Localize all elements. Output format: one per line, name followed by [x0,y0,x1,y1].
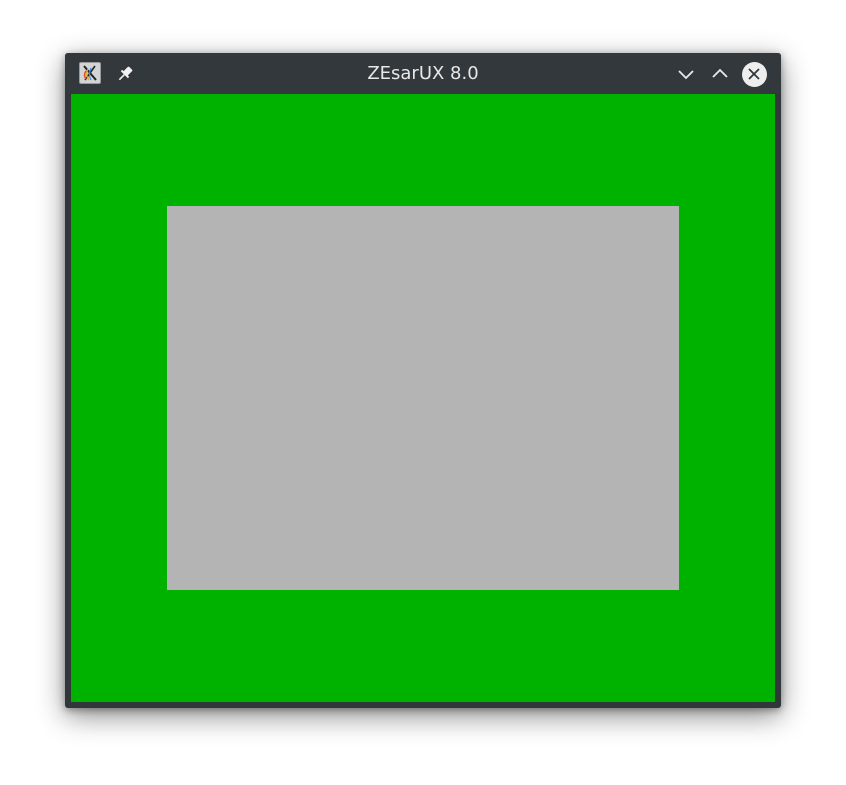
chevron-down-icon [678,70,694,80]
emulator-screen-border[interactable] [71,94,775,702]
minimize-button[interactable] [673,61,699,87]
maximize-button[interactable] [707,61,733,87]
chevron-up-icon [712,68,728,78]
close-button[interactable] [741,61,767,87]
emulator-screen-paper[interactable] [167,206,679,590]
app-window: ZEsarUX 8.0 [65,53,781,708]
pin-icon[interactable] [115,64,135,84]
title-bar[interactable]: ZEsarUX 8.0 [65,53,781,94]
close-icon [748,68,760,80]
zesarux-app-icon[interactable] [79,62,101,84]
